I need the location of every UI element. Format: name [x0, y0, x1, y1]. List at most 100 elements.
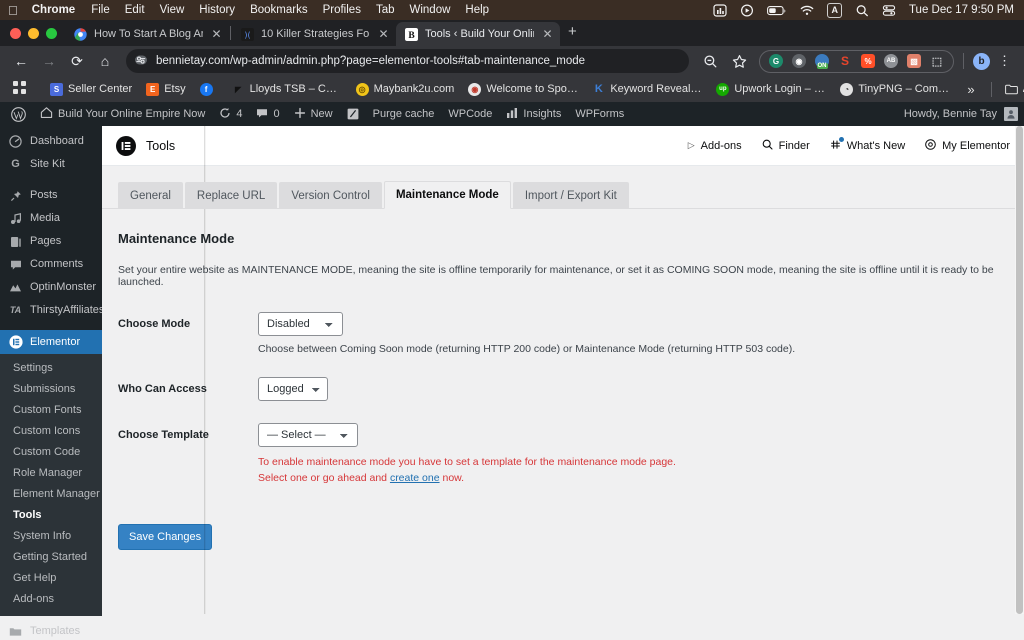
battery-icon[interactable]	[767, 4, 787, 17]
sidebar-item-elementor[interactable]: Elementor	[0, 330, 102, 354]
ab-extension[interactable]: AB	[884, 54, 898, 68]
sidebar-item-dashboard[interactable]: Dashboard	[0, 130, 102, 153]
wifi-icon[interactable]	[800, 4, 814, 17]
close-tab-button[interactable]: ✕	[377, 28, 390, 40]
bookmarks-overflow-button[interactable]: »	[957, 82, 984, 97]
stats-icon[interactable]	[713, 3, 728, 17]
menu-window[interactable]: Window	[410, 4, 451, 16]
site-name-menu[interactable]: Build Your Online Empire Now	[33, 102, 212, 126]
submenu-item-custom-icons[interactable]: Custom Icons	[0, 421, 102, 442]
input-source-icon[interactable]: A	[827, 2, 842, 18]
wordpress-logo-icon[interactable]	[4, 102, 33, 126]
menu-history[interactable]: History	[199, 4, 235, 16]
submenu-item-getting-started[interactable]: Getting Started	[0, 547, 102, 568]
menu-view[interactable]: View	[160, 4, 185, 16]
submenu-item-custom-code[interactable]: Custom Code	[0, 442, 102, 463]
url-text[interactable]: bennietay.com/wp-admin/admin.php?page=el…	[156, 55, 585, 67]
bookmark-item[interactable]: ◉ Welcome to Sport...	[461, 78, 585, 100]
reload-button[interactable]: ⟳	[64, 48, 90, 74]
apple-icon[interactable]: 	[8, 4, 18, 17]
submenu-item-role-manager[interactable]: Role Manager	[0, 463, 102, 484]
site-settings-icon[interactable]	[134, 53, 148, 70]
wpforms-menu[interactable]: WPForms	[568, 102, 631, 126]
wpcode-menu[interactable]: WPCode	[441, 102, 499, 126]
sidebar-item-posts[interactable]: Posts	[0, 184, 102, 207]
sidebar-item-thirstyaffiliates[interactable]: TA ThirstyAffiliates	[0, 299, 105, 322]
maximize-window-button[interactable]	[46, 27, 57, 39]
menu-edit[interactable]: Edit	[125, 4, 145, 16]
menu-profiles[interactable]: Profiles	[323, 4, 361, 16]
camera-extension[interactable]: ◉	[792, 54, 806, 68]
semrush-extension[interactable]: S	[838, 54, 852, 68]
menu-bookmarks[interactable]: Bookmarks	[250, 4, 308, 16]
tab-maintenance-mode[interactable]: Maintenance Mode	[383, 181, 511, 209]
insights-menu[interactable]: Insights	[499, 102, 568, 126]
new-content-menu[interactable]: New	[287, 102, 340, 126]
photo-extension[interactable]: ▧	[907, 54, 921, 68]
submenu-item-add-ons[interactable]: Add-ons	[0, 589, 102, 610]
profile-avatar[interactable]: b	[973, 52, 990, 70]
tab-import-export-kit[interactable]: Import / Export Kit	[512, 182, 629, 209]
menu-file[interactable]: File	[91, 4, 110, 16]
my-account-menu[interactable]: Howdy, Bennie Tay	[904, 107, 1024, 121]
bookmark-item[interactable]: up Upwork Login – Lo...	[709, 78, 833, 100]
search-icon[interactable]	[855, 4, 869, 17]
header-action-finder[interactable]: Finder	[762, 139, 810, 153]
forward-button[interactable]: →	[36, 48, 62, 74]
bookmark-item[interactable]: K Keyword Revealer...	[585, 78, 709, 100]
updates-menu[interactable]: 4	[212, 102, 249, 126]
menu-tab[interactable]: Tab	[376, 4, 395, 16]
sidebar-item-site-kit[interactable]: G Site Kit	[0, 153, 102, 176]
create-one-link[interactable]: create one	[390, 472, 440, 484]
browser-tab-active[interactable]: B Tools ‹ Build Your Online Emp ✕	[396, 22, 560, 46]
back-button[interactable]: ←	[8, 48, 34, 74]
browser-tab[interactable]: How To Start A Blog And Earn ✕	[65, 22, 229, 46]
extensions-puzzle-icon[interactable]: ⬚	[930, 54, 944, 68]
new-tab-button[interactable]: +	[560, 24, 585, 39]
page-scrollbar-thumb[interactable]	[1016, 126, 1023, 614]
submenu-item-tools[interactable]: Tools	[0, 505, 102, 526]
bookmark-item[interactable]: ◎ Maybank2u.com	[349, 78, 462, 100]
browser-tab[interactable]: )( 10 Killer Strategies For Sustai ✕	[232, 22, 396, 46]
comments-menu[interactable]: 0	[249, 102, 286, 126]
bookmark-item[interactable]: E Etsy	[139, 78, 192, 100]
control-center-icon[interactable]	[882, 4, 896, 17]
ontolo-extension[interactable]: ON	[815, 54, 829, 69]
sidebar-item-templates[interactable]: Templates	[0, 620, 102, 640]
sidebar-item-pages[interactable]: Pages	[0, 230, 102, 253]
tab-version-control[interactable]: Version Control	[279, 182, 382, 209]
close-tab-button[interactable]: ✕	[210, 28, 223, 40]
purge-cache-menu[interactable]: Purge cache	[366, 102, 442, 126]
minimize-window-button[interactable]	[28, 27, 39, 39]
kebab-menu-icon[interactable]: ⋮	[993, 54, 1016, 68]
bookmark-item[interactable]: ◤ Lloyds TSB – Curr...	[225, 78, 349, 100]
submenu-item-element-manager[interactable]: Element Manager	[0, 484, 102, 505]
bookmark-item[interactable]: ◔ TinyPNG – Compr...	[833, 78, 957, 100]
ahrefs-extension[interactable]: %	[861, 54, 875, 68]
address-bar[interactable]: bennietay.com/wp-admin/admin.php?page=el…	[126, 49, 689, 73]
header-action-whats-new[interactable]: What's New	[830, 136, 905, 153]
apps-grid-icon[interactable]	[8, 81, 31, 97]
bookmark-item[interactable]: S Seller Center	[43, 78, 139, 100]
grammarly-extension[interactable]: G	[769, 54, 783, 68]
submenu-item-system-info[interactable]: System Info	[0, 526, 102, 547]
choose-mode-select[interactable]: Disabled	[258, 312, 343, 336]
menubar-clock[interactable]: Tue Dec 17 9:50 PM	[909, 4, 1014, 16]
close-window-button[interactable]	[10, 27, 21, 39]
close-tab-button[interactable]: ✕	[541, 28, 554, 40]
choose-template-select[interactable]: — Select —	[258, 423, 358, 447]
sidebar-item-comments[interactable]: Comments	[0, 253, 102, 276]
tab-replace-url[interactable]: Replace URL	[184, 182, 278, 209]
submenu-item-submissions[interactable]: Submissions	[0, 379, 102, 400]
all-bookmarks-button[interactable]: All Bookmarks	[998, 78, 1024, 100]
sidebar-item-optinmonster[interactable]: OptinMonster	[0, 276, 102, 299]
page-scrollbar[interactable]	[1015, 126, 1024, 614]
submenu-item-get-help[interactable]: Get Help	[0, 568, 102, 589]
header-action-add-ons[interactable]: ▷ Add-ons	[688, 140, 742, 152]
play-circle-icon[interactable]	[740, 3, 754, 17]
star-icon[interactable]	[726, 48, 752, 74]
bookmark-item[interactable]: f	[193, 78, 225, 100]
save-changes-button[interactable]: Save Changes	[118, 524, 213, 550]
home-button[interactable]: ⌂	[92, 48, 118, 74]
header-action-my-elementor[interactable]: My Elementor	[925, 138, 1010, 153]
